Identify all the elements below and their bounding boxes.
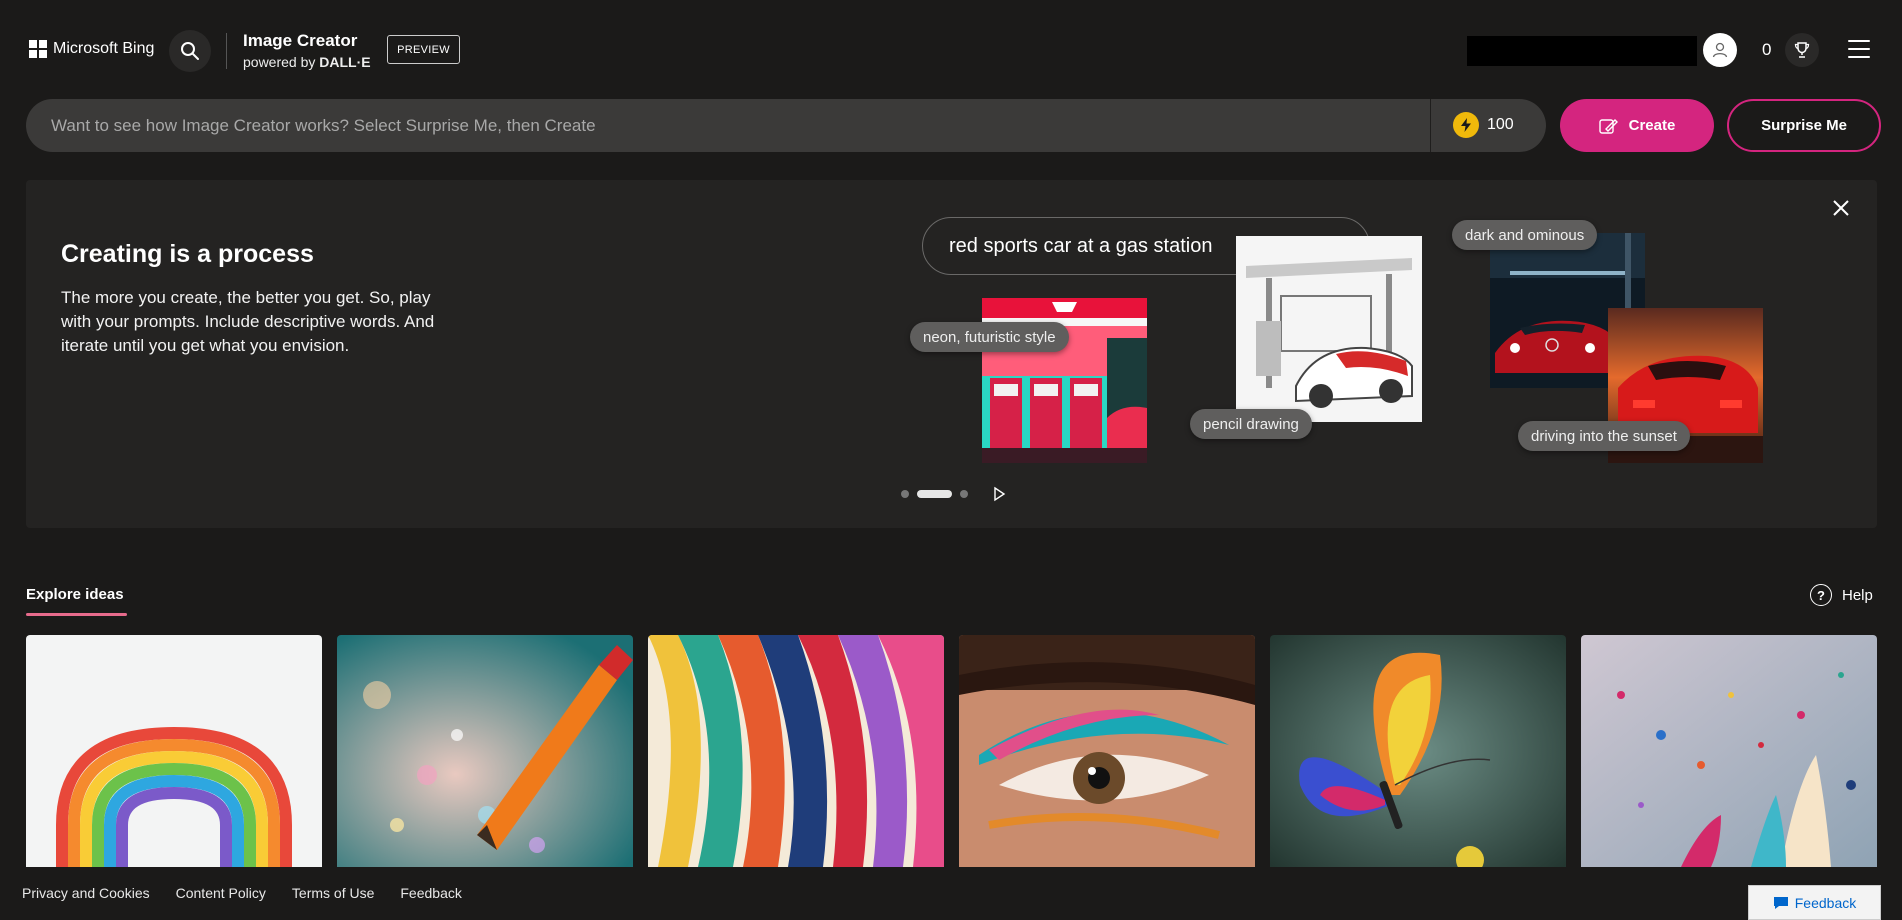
feedback-chat-icon <box>1773 896 1788 909</box>
carousel-dots <box>901 490 968 498</box>
play-icon[interactable] <box>992 486 1006 502</box>
microsoft-logo-icon <box>29 40 47 58</box>
feedback-label: Feedback <box>1794 894 1857 911</box>
idea-tile-rainbow[interactable] <box>26 635 322 867</box>
tab-active-underline <box>26 613 127 616</box>
idea-tile-paint-splatter[interactable] <box>1581 635 1877 867</box>
prompt-input[interactable] <box>49 99 1429 152</box>
carousel-dot-1[interactable] <box>901 490 909 498</box>
chip-driving-sunset: driving into the sunset <box>1518 421 1690 451</box>
help-link[interactable]: ? Help <box>1810 584 1873 606</box>
carousel-dot-3[interactable] <box>960 490 968 498</box>
footer: Privacy and Cookies Content Policy Terms… <box>0 867 1902 920</box>
idea-tile-pencil-glitter[interactable] <box>337 635 633 867</box>
boost-count: 100 <box>1487 116 1514 133</box>
surprise-me-button[interactable]: Surprise Me <box>1727 99 1881 152</box>
search-icon <box>181 42 199 60</box>
prompt-bar: 100 <box>26 99 1546 152</box>
footer-link-terms[interactable]: Terms of Use <box>292 885 374 901</box>
help-label: Help <box>1842 586 1873 604</box>
idea-tile-eye-makeup[interactable] <box>959 635 1255 867</box>
product-subtitle: powered by DALL·E <box>243 54 371 70</box>
carousel-dot-2[interactable] <box>917 490 952 498</box>
create-label: Create <box>1628 117 1676 134</box>
chip-pencil-drawing: pencil drawing <box>1190 409 1312 439</box>
rewards-button[interactable] <box>1785 33 1819 67</box>
create-brush-icon <box>1598 118 1618 134</box>
search-button[interactable] <box>169 30 211 72</box>
banner-text: The more you create, the better you get.… <box>61 288 435 355</box>
user-icon <box>1712 42 1728 58</box>
pencil-drawing-image <box>1236 236 1422 422</box>
product-title[interactable]: Image Creator <box>243 31 357 51</box>
boost-separator <box>1430 99 1431 152</box>
boost-coin-icon <box>1453 112 1479 138</box>
header-divider <box>226 33 227 69</box>
close-icon[interactable] <box>1830 197 1852 219</box>
tab-explore-ideas[interactable]: Explore ideas <box>26 586 124 603</box>
idea-tile-ribbons[interactable] <box>648 635 944 867</box>
product-subtitle-model: DALL·E <box>319 54 371 70</box>
explore-ideas-grid <box>26 635 1877 867</box>
account-name-redacted <box>1467 36 1697 66</box>
creating-process-banner: Creating is a process The more you creat… <box>26 180 1877 528</box>
footer-links: Privacy and Cookies Content Policy Terms… <box>22 885 462 901</box>
trophy-icon <box>1794 42 1810 58</box>
rewards-count: 0 <box>1762 40 1772 59</box>
create-button[interactable]: Create <box>1560 99 1714 152</box>
avatar[interactable] <box>1703 33 1737 67</box>
feedback-button[interactable]: Feedback <box>1748 885 1881 920</box>
hamburger-menu-icon[interactable] <box>1848 40 1870 58</box>
chip-neon-futuristic: neon, futuristic style <box>910 322 1069 352</box>
chip-dark-ominous: dark and ominous <box>1452 220 1598 250</box>
boosts-indicator[interactable]: 100 <box>1453 112 1514 138</box>
banner-title: Creating is a process <box>61 240 314 268</box>
footer-link-content-policy[interactable]: Content Policy <box>176 885 266 901</box>
brand-name: Microsoft Bing <box>53 40 155 57</box>
microsoft-bing-logo[interactable]: Microsoft Bing <box>29 40 154 58</box>
product-subtitle-prefix: powered by <box>243 54 316 70</box>
idea-tile-butterfly[interactable] <box>1270 635 1566 867</box>
help-icon: ? <box>1810 584 1832 606</box>
footer-link-privacy[interactable]: Privacy and Cookies <box>22 885 150 901</box>
header: Microsoft Bing Image Creator powered by … <box>0 0 1902 100</box>
footer-link-feedback[interactable]: Feedback <box>400 885 461 901</box>
preview-badge: PREVIEW <box>387 35 460 64</box>
